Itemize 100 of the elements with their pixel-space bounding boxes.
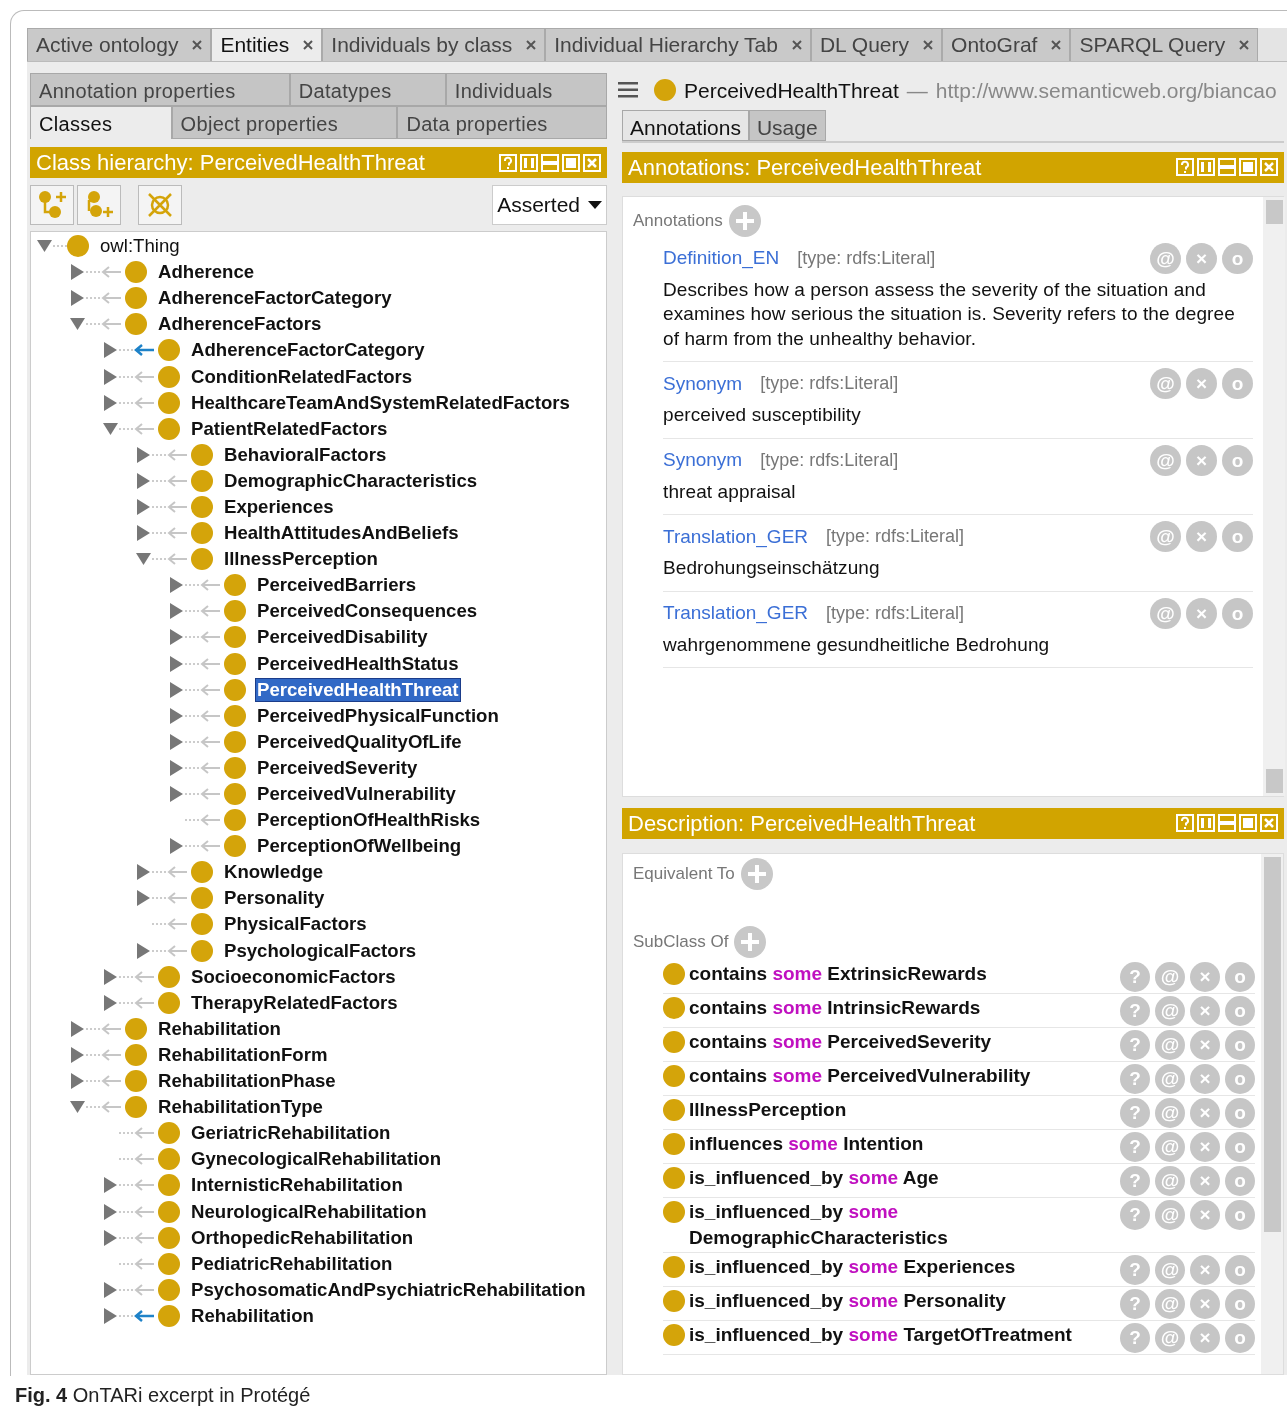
tree-item[interactable]: ConditionRelatedFactors bbox=[189, 364, 415, 389]
expand-toggle-icon[interactable] bbox=[103, 1281, 119, 1298]
split-horizontal-icon[interactable] bbox=[541, 153, 559, 172]
workspace-tab[interactable]: Individual Hierarchy Tab bbox=[545, 28, 811, 61]
entity-tab[interactable]: Individuals bbox=[445, 73, 607, 106]
expand-toggle-icon[interactable] bbox=[103, 342, 119, 359]
tree-item[interactable]: PerceptionOfHealthRisks bbox=[255, 808, 483, 833]
tree-item[interactable]: SocioeconomicFactors bbox=[189, 964, 398, 989]
expand-toggle-icon[interactable] bbox=[136, 499, 152, 515]
expand-toggle-icon[interactable] bbox=[136, 864, 152, 881]
close-icon[interactable] bbox=[1051, 40, 1062, 50]
expand-toggle-icon[interactable] bbox=[169, 733, 185, 750]
workspace-tab[interactable]: Individuals by class bbox=[322, 28, 546, 61]
maximize-icon[interactable] bbox=[1239, 814, 1257, 833]
tree-item[interactable]: HealthcareTeamAndSystemRelatedFactors bbox=[189, 390, 572, 415]
expand-toggle-icon[interactable] bbox=[103, 1203, 119, 1220]
collapse-toggle-icon[interactable] bbox=[70, 1100, 86, 1115]
collapse-toggle-icon[interactable] bbox=[103, 421, 119, 436]
split-vertical-icon[interactable] bbox=[1197, 814, 1215, 833]
entity-tab[interactable]: Data properties bbox=[397, 106, 607, 139]
maximize-icon[interactable] bbox=[562, 153, 580, 172]
tree-item[interactable]: Rehabilitation bbox=[156, 1016, 283, 1041]
close-icon[interactable] bbox=[526, 40, 537, 50]
expand-toggle-icon[interactable] bbox=[169, 577, 185, 594]
tree-item[interactable]: PatientRelatedFactors bbox=[189, 416, 390, 441]
collapse-toggle-icon[interactable] bbox=[37, 239, 53, 254]
maximize-icon[interactable] bbox=[1239, 158, 1257, 177]
workspace-tab[interactable]: DL Query bbox=[810, 28, 943, 61]
tree-item[interactable]: PsychosomaticAndPsychiatricRehabilitation bbox=[189, 1277, 588, 1302]
expand-toggle-icon[interactable] bbox=[103, 368, 119, 385]
expand-toggle-icon[interactable] bbox=[103, 1177, 119, 1194]
workspace-tab[interactable]: Active ontology bbox=[27, 28, 212, 61]
tree-item[interactable]: PediatricRehabilitation bbox=[189, 1251, 395, 1276]
expand-toggle-icon[interactable] bbox=[136, 890, 152, 907]
expand-toggle-icon[interactable] bbox=[169, 681, 185, 698]
close-icon[interactable] bbox=[303, 40, 314, 50]
tree-item[interactable]: PerceivedBarriers bbox=[255, 573, 419, 598]
expand-toggle-icon[interactable] bbox=[136, 446, 152, 463]
tree-item[interactable]: PerceivedSeverity bbox=[255, 755, 420, 780]
tree-item[interactable]: DemographicCharacteristics bbox=[222, 468, 480, 493]
expand-toggle-icon[interactable] bbox=[103, 968, 119, 985]
tree-item[interactable]: RehabilitationForm bbox=[156, 1042, 330, 1067]
expand-toggle-icon[interactable] bbox=[70, 1020, 86, 1037]
tree-item[interactable]: Personality bbox=[222, 886, 327, 911]
collapse-toggle-icon[interactable] bbox=[70, 317, 86, 332]
collapse-toggle-icon[interactable] bbox=[136, 552, 152, 567]
tree-item[interactable]: RehabilitationType bbox=[156, 1095, 325, 1120]
expand-toggle-icon[interactable] bbox=[169, 629, 185, 646]
help-icon[interactable] bbox=[499, 153, 517, 172]
tree-item[interactable]: NeurologicalRehabilitation bbox=[189, 1199, 429, 1224]
expand-toggle-icon[interactable] bbox=[103, 1307, 119, 1324]
tree-item[interactable]: AdherenceFactorCategory bbox=[189, 338, 427, 363]
close-icon[interactable] bbox=[192, 40, 203, 50]
tree-item[interactable]: PerceivedPhysicalFunction bbox=[255, 703, 501, 728]
expand-toggle-icon[interactable] bbox=[70, 1073, 86, 1090]
close-icon[interactable] bbox=[923, 40, 934, 50]
split-vertical-icon[interactable] bbox=[1197, 158, 1215, 177]
tree-item[interactable]: OrthopedicRehabilitation bbox=[189, 1225, 416, 1250]
split-horizontal-icon[interactable] bbox=[1218, 814, 1236, 833]
annotation-property-link[interactable]: Translation_GER bbox=[663, 522, 809, 552]
help-icon[interactable] bbox=[1176, 158, 1194, 177]
expand-toggle-icon[interactable] bbox=[70, 1046, 86, 1063]
expand-toggle-icon[interactable] bbox=[103, 1229, 119, 1246]
tree-item[interactable]: BehavioralFactors bbox=[222, 442, 389, 467]
expand-toggle-icon[interactable] bbox=[136, 942, 152, 959]
tree-item[interactable]: AdherenceFactorCategory bbox=[156, 286, 394, 311]
tree-item[interactable]: Experiences bbox=[222, 495, 336, 519]
split-vertical-icon[interactable] bbox=[520, 153, 538, 172]
tree-item[interactable]: PerceivedDisability bbox=[255, 625, 430, 650]
tree-item[interactable]: AdherenceFactors bbox=[156, 312, 324, 337]
expand-toggle-icon[interactable] bbox=[169, 655, 185, 672]
expand-toggle-icon[interactable] bbox=[70, 264, 86, 281]
menu-icon[interactable] bbox=[618, 82, 638, 99]
expand-toggle-icon[interactable] bbox=[169, 838, 185, 855]
tree-item[interactable]: PerceivedVulnerability bbox=[255, 782, 458, 806]
annotation-property-link[interactable]: Definition_EN bbox=[663, 244, 780, 273]
close-icon[interactable] bbox=[1239, 40, 1250, 50]
tree-item[interactable]: TherapyRelatedFactors bbox=[189, 990, 400, 1015]
entity-tab[interactable]: Classes bbox=[30, 106, 172, 139]
workspace-tab[interactable]: OntoGraf bbox=[942, 28, 1071, 61]
expand-toggle-icon[interactable] bbox=[70, 290, 86, 307]
detail-tab[interactable]: Usage bbox=[748, 109, 826, 141]
tree-item[interactable]: Adherence bbox=[156, 260, 257, 285]
expand-toggle-icon[interactable] bbox=[103, 394, 119, 411]
tree-item[interactable]: Rehabilitation bbox=[189, 1303, 316, 1328]
annotation-property-link[interactable]: Translation_GER bbox=[663, 599, 809, 628]
tree-item[interactable]: PerceivedHealthThreat bbox=[255, 677, 461, 702]
expand-toggle-icon[interactable] bbox=[136, 525, 152, 542]
tree-item[interactable]: GeriatricRehabilitation bbox=[189, 1121, 393, 1146]
close-icon[interactable] bbox=[791, 40, 802, 50]
tree-item[interactable]: PerceivedConsequences bbox=[255, 599, 480, 624]
annotation-property-link[interactable]: Synonym bbox=[663, 446, 743, 475]
detail-tab[interactable]: Annotations bbox=[622, 109, 749, 141]
expand-toggle-icon[interactable] bbox=[169, 707, 185, 724]
tree-item[interactable]: Knowledge bbox=[222, 860, 326, 885]
expand-toggle-icon[interactable] bbox=[169, 759, 185, 776]
expand-toggle-icon[interactable] bbox=[169, 603, 185, 620]
entity-tab[interactable]: Annotation properties bbox=[30, 73, 290, 106]
tree-item[interactable]: HealthAttitudesAndBeliefs bbox=[222, 521, 461, 546]
tree-item[interactable]: RehabilitationPhase bbox=[156, 1069, 338, 1094]
